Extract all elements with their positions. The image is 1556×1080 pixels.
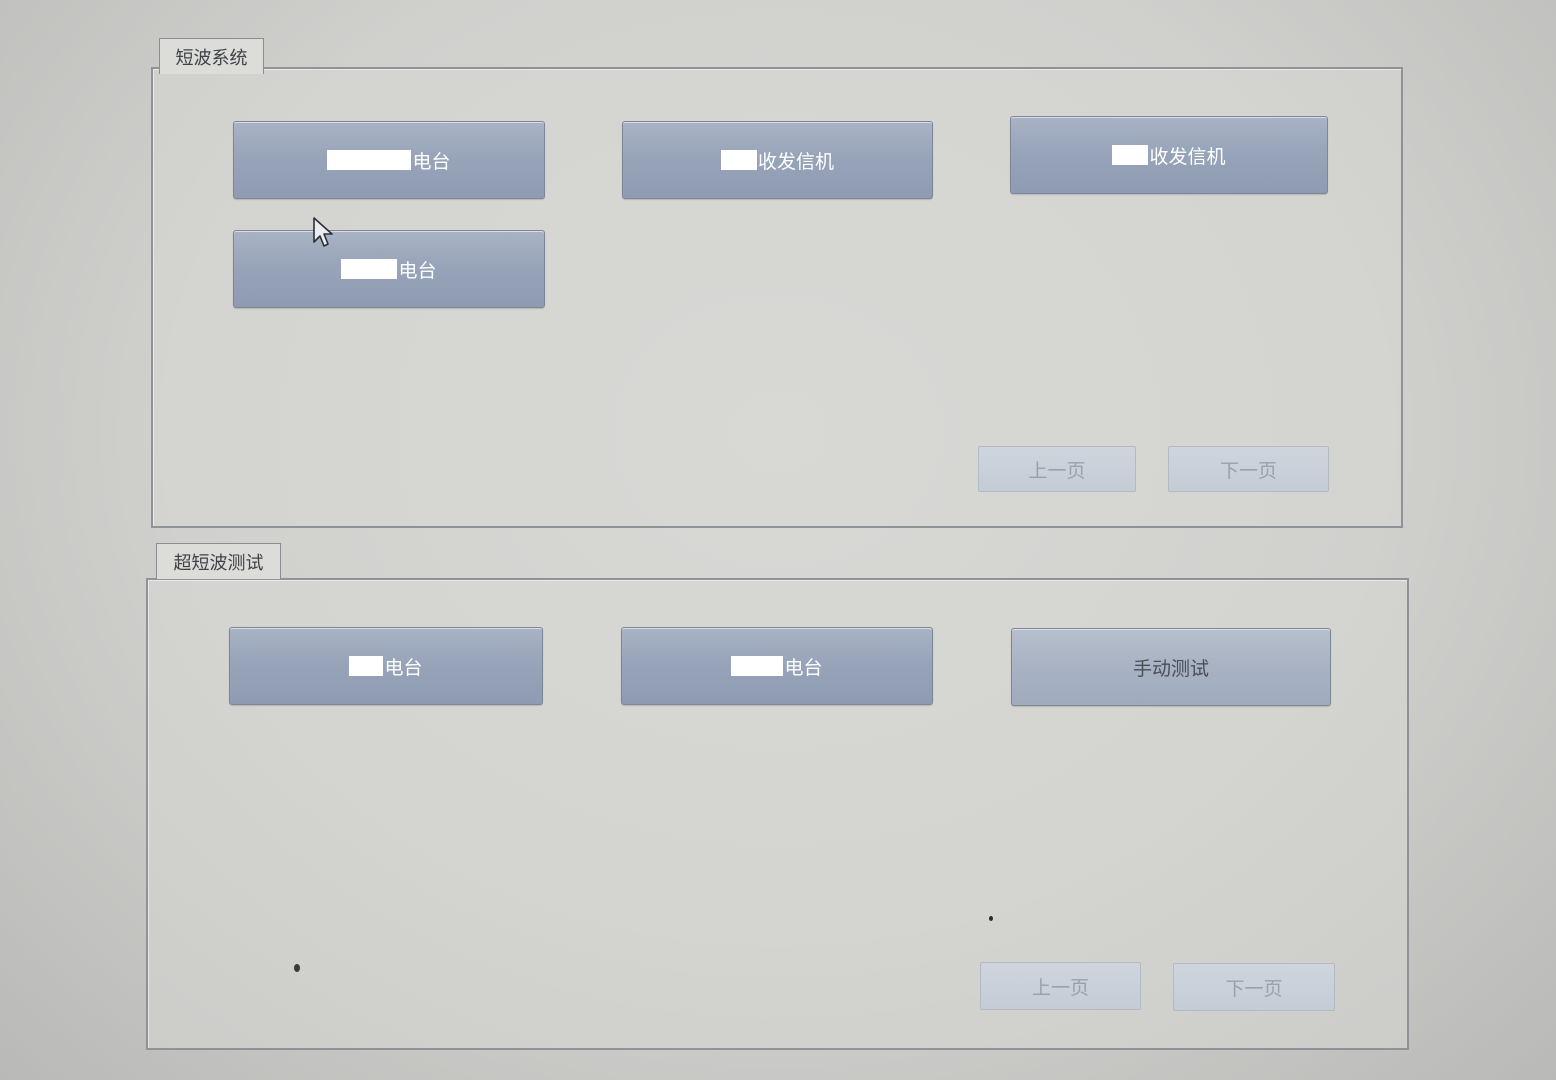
- redacted-text: [327, 150, 412, 170]
- manual-test-button-label: 手动测试: [1132, 657, 1209, 680]
- ultrashort-next-page-button[interactable]: 下一页: [1173, 963, 1335, 1011]
- shortwave-transceiver-button-2[interactable]: 收发信机: [1010, 116, 1328, 194]
- mouse-pointer-icon: [313, 217, 333, 247]
- redacted-text: [349, 656, 384, 676]
- tab-shortwave-system-label: 短波系统: [175, 47, 248, 69]
- shortwave-transceiver-button-1[interactable]: 收发信机: [622, 121, 933, 199]
- shortwave-next-page-label: 下一页: [1219, 459, 1277, 482]
- tab-shortwave-system[interactable]: 短波系统: [159, 38, 264, 74]
- shortwave-radio-button-1-label: 电台: [412, 150, 451, 173]
- manual-test-button[interactable]: 手动测试: [1011, 628, 1331, 706]
- redacted-text: [720, 150, 757, 170]
- shortwave-next-page-button[interactable]: 下一页: [1168, 446, 1329, 492]
- ultrashort-prev-page-button[interactable]: 上一页: [980, 962, 1141, 1010]
- screen-speck: [294, 964, 300, 972]
- shortwave-transceiver-button-2-label: 收发信机: [1149, 145, 1226, 168]
- ultrashort-prev-page-label: 上一页: [1031, 976, 1089, 999]
- shortwave-transceiver-button-1-label: 收发信机: [757, 150, 834, 173]
- ultrashort-radio-button-2[interactable]: 电台: [621, 627, 933, 705]
- screen-speck: [989, 916, 993, 921]
- shortwave-radio-button-1[interactable]: 电台: [233, 121, 545, 199]
- redacted-text: [1112, 145, 1149, 165]
- tab-ultrashort-test-label: 超短波测试: [173, 552, 264, 574]
- redacted-text: [341, 259, 398, 279]
- ultrashort-next-page-label: 下一页: [1225, 977, 1283, 1000]
- redacted-text: [731, 656, 784, 676]
- ultrashort-radio-button-1-label: 电台: [384, 656, 423, 679]
- ultrashort-radio-button-2-label: 电台: [784, 656, 823, 679]
- shortwave-radio-button-2-label: 电台: [398, 259, 437, 282]
- shortwave-radio-button-2[interactable]: 电台: [233, 230, 545, 308]
- tab-ultrashort-test[interactable]: 超短波测试: [156, 543, 281, 579]
- shortwave-prev-page-label: 上一页: [1028, 459, 1086, 482]
- shortwave-prev-page-button[interactable]: 上一页: [978, 446, 1136, 492]
- ultrashort-radio-button-1[interactable]: 电台: [229, 627, 543, 705]
